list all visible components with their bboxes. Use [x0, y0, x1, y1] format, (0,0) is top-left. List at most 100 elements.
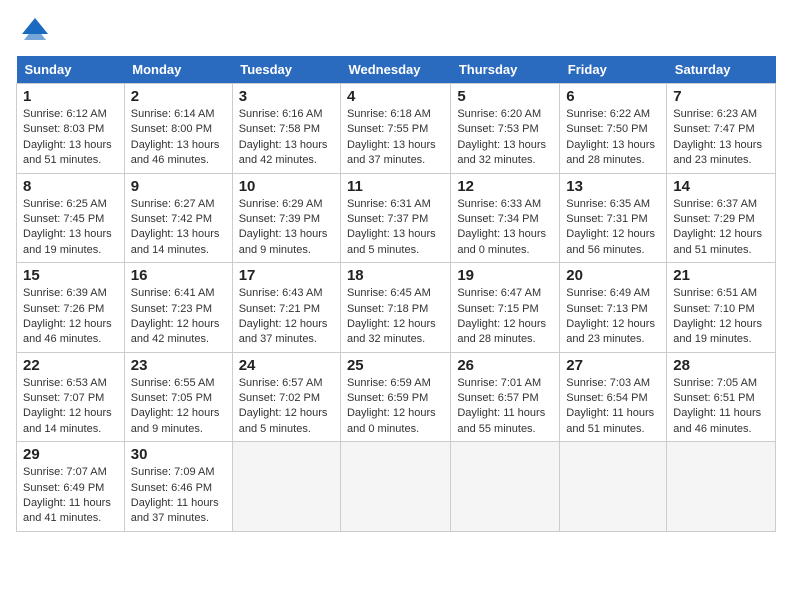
- day-number: 21: [673, 267, 769, 284]
- day-number: 18: [347, 267, 444, 284]
- calendar-table: SundayMondayTuesdayWednesdayThursdayFrid…: [16, 56, 776, 532]
- day-info: Sunrise: 6:31 AM Sunset: 7:37 PM Dayligh…: [347, 197, 444, 259]
- calendar-cell: [667, 442, 776, 532]
- calendar-cell: 27 Sunrise: 7:03 AM Sunset: 6:54 PM Dayl…: [560, 352, 667, 442]
- day-info: Sunrise: 7:07 AM Sunset: 6:49 PM Dayligh…: [23, 465, 118, 527]
- day-info: Sunrise: 6:51 AM Sunset: 7:10 PM Dayligh…: [673, 286, 769, 348]
- calendar-cell: 30 Sunrise: 7:09 AM Sunset: 6:46 PM Dayl…: [124, 442, 232, 532]
- calendar-cell: 21 Sunrise: 6:51 AM Sunset: 7:10 PM Dayl…: [667, 263, 776, 353]
- day-info: Sunrise: 6:45 AM Sunset: 7:18 PM Dayligh…: [347, 286, 444, 348]
- day-number: 4: [347, 88, 444, 105]
- calendar-cell: 9 Sunrise: 6:27 AM Sunset: 7:42 PM Dayli…: [124, 173, 232, 263]
- day-number: 14: [673, 178, 769, 195]
- day-header-thursday: Thursday: [451, 56, 560, 84]
- day-number: 26: [457, 357, 553, 374]
- day-header-saturday: Saturday: [667, 56, 776, 84]
- day-number: 23: [131, 357, 226, 374]
- calendar-cell: 6 Sunrise: 6:22 AM Sunset: 7:50 PM Dayli…: [560, 84, 667, 174]
- day-number: 20: [566, 267, 660, 284]
- day-info: Sunrise: 6:53 AM Sunset: 7:07 PM Dayligh…: [23, 376, 118, 438]
- day-info: Sunrise: 6:14 AM Sunset: 8:00 PM Dayligh…: [131, 107, 226, 169]
- day-info: Sunrise: 6:27 AM Sunset: 7:42 PM Dayligh…: [131, 197, 226, 259]
- day-info: Sunrise: 6:33 AM Sunset: 7:34 PM Dayligh…: [457, 197, 553, 259]
- calendar-header-row: SundayMondayTuesdayWednesdayThursdayFrid…: [17, 56, 776, 84]
- calendar-cell: 18 Sunrise: 6:45 AM Sunset: 7:18 PM Dayl…: [340, 263, 450, 353]
- calendar-cell: [560, 442, 667, 532]
- day-info: Sunrise: 6:49 AM Sunset: 7:13 PM Dayligh…: [566, 286, 660, 348]
- calendar-cell: 16 Sunrise: 6:41 AM Sunset: 7:23 PM Dayl…: [124, 263, 232, 353]
- page-header: [16, 16, 776, 46]
- day-number: 29: [23, 446, 118, 463]
- calendar-cell: 14 Sunrise: 6:37 AM Sunset: 7:29 PM Dayl…: [667, 173, 776, 263]
- day-number: 2: [131, 88, 226, 105]
- day-info: Sunrise: 6:18 AM Sunset: 7:55 PM Dayligh…: [347, 107, 444, 169]
- calendar-week-2: 8 Sunrise: 6:25 AM Sunset: 7:45 PM Dayli…: [17, 173, 776, 263]
- day-info: Sunrise: 6:25 AM Sunset: 7:45 PM Dayligh…: [23, 197, 118, 259]
- day-number: 27: [566, 357, 660, 374]
- calendar-cell: 17 Sunrise: 6:43 AM Sunset: 7:21 PM Dayl…: [232, 263, 340, 353]
- day-info: Sunrise: 6:57 AM Sunset: 7:02 PM Dayligh…: [239, 376, 334, 438]
- calendar-cell: 8 Sunrise: 6:25 AM Sunset: 7:45 PM Dayli…: [17, 173, 125, 263]
- day-info: Sunrise: 6:41 AM Sunset: 7:23 PM Dayligh…: [131, 286, 226, 348]
- day-number: 15: [23, 267, 118, 284]
- calendar-cell: 7 Sunrise: 6:23 AM Sunset: 7:47 PM Dayli…: [667, 84, 776, 174]
- calendar-cell: 13 Sunrise: 6:35 AM Sunset: 7:31 PM Dayl…: [560, 173, 667, 263]
- day-info: Sunrise: 6:16 AM Sunset: 7:58 PM Dayligh…: [239, 107, 334, 169]
- day-info: Sunrise: 6:12 AM Sunset: 8:03 PM Dayligh…: [23, 107, 118, 169]
- day-info: Sunrise: 7:09 AM Sunset: 6:46 PM Dayligh…: [131, 465, 226, 527]
- day-number: 17: [239, 267, 334, 284]
- day-info: Sunrise: 7:01 AM Sunset: 6:57 PM Dayligh…: [457, 376, 553, 438]
- calendar-cell: 15 Sunrise: 6:39 AM Sunset: 7:26 PM Dayl…: [17, 263, 125, 353]
- calendar-cell: 12 Sunrise: 6:33 AM Sunset: 7:34 PM Dayl…: [451, 173, 560, 263]
- calendar-cell: 10 Sunrise: 6:29 AM Sunset: 7:39 PM Dayl…: [232, 173, 340, 263]
- day-number: 1: [23, 88, 118, 105]
- day-number: 22: [23, 357, 118, 374]
- calendar-cell: 22 Sunrise: 6:53 AM Sunset: 7:07 PM Dayl…: [17, 352, 125, 442]
- day-number: 24: [239, 357, 334, 374]
- day-number: 13: [566, 178, 660, 195]
- day-info: Sunrise: 7:05 AM Sunset: 6:51 PM Dayligh…: [673, 376, 769, 438]
- day-number: 30: [131, 446, 226, 463]
- day-info: Sunrise: 6:35 AM Sunset: 7:31 PM Dayligh…: [566, 197, 660, 259]
- calendar-cell: [232, 442, 340, 532]
- calendar-cell: 1 Sunrise: 6:12 AM Sunset: 8:03 PM Dayli…: [17, 84, 125, 174]
- calendar-cell: 4 Sunrise: 6:18 AM Sunset: 7:55 PM Dayli…: [340, 84, 450, 174]
- day-info: Sunrise: 6:23 AM Sunset: 7:47 PM Dayligh…: [673, 107, 769, 169]
- day-number: 5: [457, 88, 553, 105]
- day-header-friday: Friday: [560, 56, 667, 84]
- calendar-cell: [451, 442, 560, 532]
- day-info: Sunrise: 6:37 AM Sunset: 7:29 PM Dayligh…: [673, 197, 769, 259]
- logo: [16, 16, 50, 46]
- day-info: Sunrise: 6:20 AM Sunset: 7:53 PM Dayligh…: [457, 107, 553, 169]
- day-header-tuesday: Tuesday: [232, 56, 340, 84]
- day-number: 3: [239, 88, 334, 105]
- day-info: Sunrise: 6:55 AM Sunset: 7:05 PM Dayligh…: [131, 376, 226, 438]
- day-number: 6: [566, 88, 660, 105]
- calendar-cell: 25 Sunrise: 6:59 AM Sunset: 6:59 PM Dayl…: [340, 352, 450, 442]
- calendar-cell: 29 Sunrise: 7:07 AM Sunset: 6:49 PM Dayl…: [17, 442, 125, 532]
- day-number: 9: [131, 178, 226, 195]
- calendar-cell: 20 Sunrise: 6:49 AM Sunset: 7:13 PM Dayl…: [560, 263, 667, 353]
- calendar-cell: 28 Sunrise: 7:05 AM Sunset: 6:51 PM Dayl…: [667, 352, 776, 442]
- calendar-cell: [340, 442, 450, 532]
- calendar-cell: 23 Sunrise: 6:55 AM Sunset: 7:05 PM Dayl…: [124, 352, 232, 442]
- day-info: Sunrise: 6:29 AM Sunset: 7:39 PM Dayligh…: [239, 197, 334, 259]
- calendar-cell: 2 Sunrise: 6:14 AM Sunset: 8:00 PM Dayli…: [124, 84, 232, 174]
- calendar-cell: 24 Sunrise: 6:57 AM Sunset: 7:02 PM Dayl…: [232, 352, 340, 442]
- day-number: 12: [457, 178, 553, 195]
- day-info: Sunrise: 6:59 AM Sunset: 6:59 PM Dayligh…: [347, 376, 444, 438]
- day-header-wednesday: Wednesday: [340, 56, 450, 84]
- day-number: 11: [347, 178, 444, 195]
- calendar-body: 1 Sunrise: 6:12 AM Sunset: 8:03 PM Dayli…: [17, 84, 776, 532]
- day-number: 7: [673, 88, 769, 105]
- calendar-cell: 11 Sunrise: 6:31 AM Sunset: 7:37 PM Dayl…: [340, 173, 450, 263]
- logo-icon: [20, 16, 50, 46]
- calendar-week-5: 29 Sunrise: 7:07 AM Sunset: 6:49 PM Dayl…: [17, 442, 776, 532]
- calendar-cell: 19 Sunrise: 6:47 AM Sunset: 7:15 PM Dayl…: [451, 263, 560, 353]
- day-number: 19: [457, 267, 553, 284]
- day-info: Sunrise: 6:43 AM Sunset: 7:21 PM Dayligh…: [239, 286, 334, 348]
- calendar-cell: 26 Sunrise: 7:01 AM Sunset: 6:57 PM Dayl…: [451, 352, 560, 442]
- day-info: Sunrise: 6:22 AM Sunset: 7:50 PM Dayligh…: [566, 107, 660, 169]
- day-number: 25: [347, 357, 444, 374]
- day-number: 10: [239, 178, 334, 195]
